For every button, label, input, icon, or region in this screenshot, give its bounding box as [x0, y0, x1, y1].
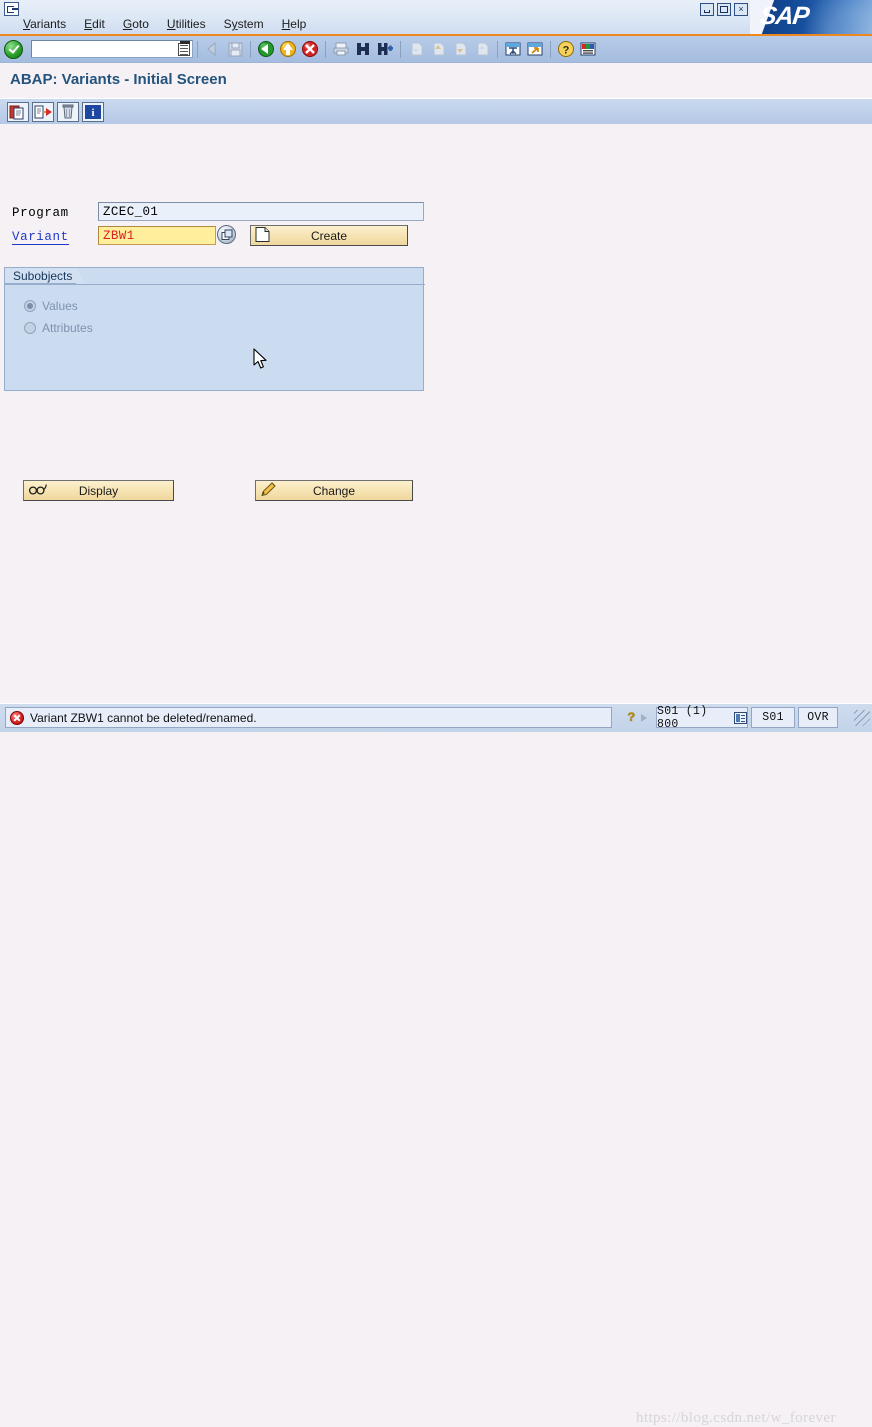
page-title: ABAP: Variants - Initial Screen: [10, 71, 227, 88]
program-input[interactable]: [98, 202, 424, 221]
radio-attributes-dot: [24, 322, 36, 334]
menu-edit-label: dit: [92, 17, 105, 31]
display-button[interactable]: Display: [23, 480, 174, 501]
menu-variants-label: ariants: [30, 17, 67, 31]
menu-system-label: stem: [237, 17, 264, 31]
radio-values[interactable]: Values: [24, 299, 78, 313]
application-toolbar: i: [0, 98, 872, 124]
program-label: Program: [12, 206, 69, 220]
command-field[interactable]: [31, 40, 193, 58]
variant-input[interactable]: [98, 226, 216, 245]
variant-label[interactable]: Variant: [12, 230, 69, 245]
new-document-icon: [255, 226, 270, 245]
command-history-icon[interactable]: [178, 41, 190, 56]
resize-grip[interactable]: [854, 710, 870, 726]
print-icon[interactable]: [331, 39, 351, 59]
toolbar-separator: [325, 40, 326, 58]
page-title-bar: ABAP: Variants - Initial Screen: [0, 62, 872, 99]
display-button-label: Display: [78, 483, 119, 498]
status-server-label: S01: [762, 711, 784, 724]
status-system-label: S01 (1) 800: [657, 704, 708, 731]
rename-icon[interactable]: [32, 101, 54, 122]
toolbar-separator: [400, 40, 401, 58]
back-green-icon[interactable]: [256, 39, 276, 59]
status-insert-mode-cell[interactable]: OVR: [798, 707, 838, 728]
status-bar: https://blog.csdn.net/w_forever Variant …: [0, 703, 872, 1426]
toolbar-separator: [250, 40, 251, 58]
menu-system[interactable]: System: [215, 16, 273, 33]
status-help-area[interactable]: ?: [620, 707, 654, 728]
radio-values-label: Values: [42, 299, 78, 313]
toolbar-separator: [197, 40, 198, 58]
create-shortcut-icon[interactable]: [525, 39, 545, 59]
standard-toolbar: ?: [0, 36, 872, 62]
create-session-icon[interactable]: [503, 39, 523, 59]
radio-attributes[interactable]: Attributes: [24, 321, 93, 335]
search-help-icon[interactable]: [217, 225, 236, 244]
create-button-label: Create: [310, 228, 348, 243]
svg-text:?: ?: [563, 45, 570, 57]
menu-utilities-label: tilities: [175, 17, 206, 31]
back-arrow-icon[interactable]: [203, 39, 223, 59]
toolbar-separator: [550, 40, 551, 58]
group-header-line: [5, 284, 425, 285]
first-page-icon[interactable]: [406, 39, 426, 59]
toolbar-separator: [497, 40, 498, 58]
glasses-icon: [28, 482, 48, 499]
radio-values-dot: [24, 300, 36, 312]
previous-page-icon[interactable]: [428, 39, 448, 59]
sap-logo: SAP: [750, 0, 872, 34]
session-icon[interactable]: [4, 2, 19, 16]
change-button-label: Change: [312, 483, 356, 498]
status-message: Variant ZBW1 cannot be deleted/renamed.: [30, 710, 257, 725]
subobjects-group-title: Subobjects: [4, 267, 86, 284]
find-next-icon[interactable]: [375, 39, 395, 59]
help-icon[interactable]: ?: [556, 39, 576, 59]
menubar: Variants Edit Goto Utilities System Help: [0, 15, 750, 34]
pencil-icon: [260, 481, 278, 500]
status-system-cell[interactable]: S01 (1) 800: [656, 704, 748, 731]
expand-arrow-icon[interactable]: [640, 713, 647, 722]
menu-help-label: elp: [290, 17, 307, 31]
help-question-icon[interactable]: ?: [627, 710, 635, 725]
enter-icon[interactable]: [4, 39, 23, 59]
status-server-cell[interactable]: S01: [751, 707, 795, 728]
exit-yellow-icon[interactable]: [278, 39, 298, 59]
last-page-icon[interactable]: [472, 39, 492, 59]
error-icon: [10, 710, 24, 725]
delete-icon[interactable]: [57, 101, 79, 122]
next-page-icon[interactable]: [450, 39, 470, 59]
copy-icon[interactable]: [7, 101, 29, 122]
watermark: https://blog.csdn.net/w_forever: [636, 1410, 836, 1426]
customize-layout-icon[interactable]: [578, 39, 598, 59]
menu-goto[interactable]: Goto: [114, 16, 158, 33]
subobjects-group: Subobjects Values Attributes Display Cha…: [4, 267, 425, 501]
status-message-box: Variant ZBW1 cannot be deleted/renamed.: [5, 707, 612, 728]
change-button[interactable]: Change: [255, 480, 413, 501]
save-icon[interactable]: [225, 39, 245, 59]
create-button[interactable]: Create: [250, 225, 408, 246]
status-insert-mode-label: OVR: [807, 711, 829, 724]
system-info-icon[interactable]: [734, 711, 747, 724]
info-icon[interactable]: i: [82, 101, 104, 122]
screen-canvas: Program Variant Create Subobjects Values…: [0, 124, 872, 703]
cancel-red-icon[interactable]: [300, 39, 320, 59]
menu-goto-label: oto: [132, 17, 149, 31]
menu-edit[interactable]: Edit: [75, 16, 114, 33]
close-icon: ×: [738, 4, 744, 14]
radio-attributes-label: Attributes: [42, 321, 93, 335]
menu-variants[interactable]: Variants: [14, 16, 75, 33]
svg-text:i: i: [91, 107, 94, 119]
menu-utilities[interactable]: Utilities: [158, 16, 215, 33]
command-input[interactable]: [35, 41, 177, 57]
menu-help[interactable]: Help: [273, 16, 316, 33]
sap-logo-text: SAP: [758, 2, 811, 30]
find-icon[interactable]: [353, 39, 373, 59]
